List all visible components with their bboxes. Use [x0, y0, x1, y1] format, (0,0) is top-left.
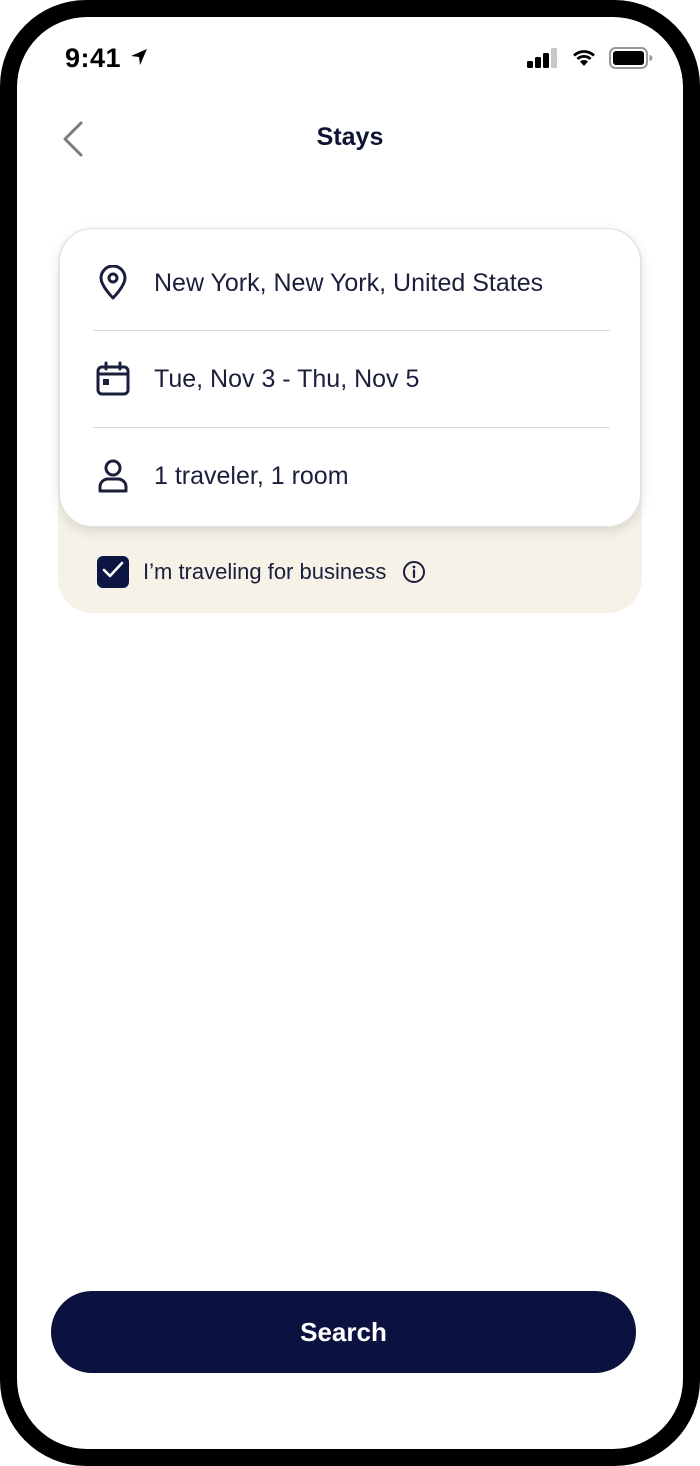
travelers-field[interactable]: 1 traveler, 1 room — [93, 428, 610, 524]
device-frame: 9:41 Stays New York, New York, United St… — [0, 0, 700, 1466]
person-icon — [94, 457, 132, 495]
map-pin-icon — [94, 264, 132, 302]
search-card: New York, New York, United States Tue, N… — [59, 228, 641, 527]
location-arrow-icon — [129, 43, 149, 74]
status-time-text: 9:41 — [65, 43, 122, 73]
calendar-icon — [94, 360, 132, 398]
business-checkbox[interactable] — [97, 556, 129, 588]
search-button[interactable]: Search — [51, 1291, 636, 1373]
cellular-signal-icon — [527, 48, 559, 73]
location-value: New York, New York, United States — [154, 268, 544, 297]
checkmark-icon — [102, 561, 124, 584]
dates-value: Tue, Nov 3 - Thu, Nov 5 — [154, 364, 420, 393]
dates-field[interactable]: Tue, Nov 3 - Thu, Nov 5 — [93, 331, 610, 427]
business-label: I’m traveling for business — [143, 559, 387, 584]
status-bar-indicators — [527, 47, 653, 74]
business-travel-option: I’m traveling for business — [97, 555, 426, 589]
location-field[interactable]: New York, New York, United States — [93, 235, 610, 331]
info-icon[interactable] — [402, 560, 426, 584]
wifi-icon — [571, 48, 597, 73]
status-bar-time: 9:41 — [65, 43, 149, 74]
travelers-value: 1 traveler, 1 room — [154, 461, 349, 490]
battery-icon — [609, 47, 653, 74]
page-title: Stays — [316, 123, 384, 151]
app-screen: 9:41 Stays New York, New York, United St… — [17, 17, 683, 1449]
